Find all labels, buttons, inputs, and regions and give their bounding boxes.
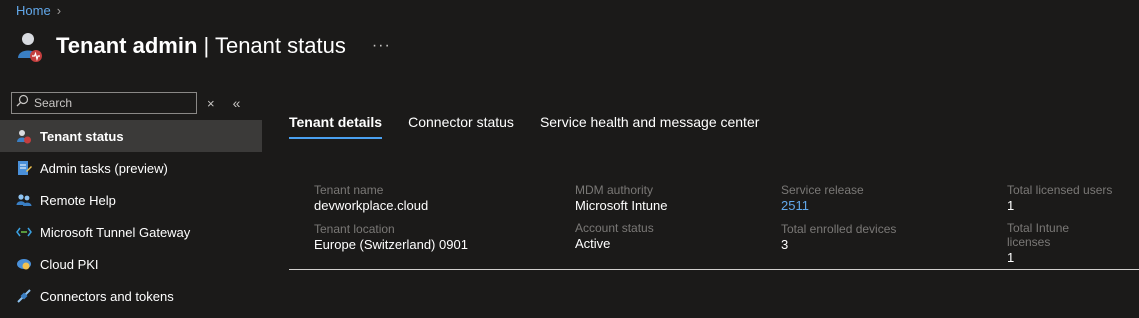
- sidebar-item-connectors[interactable]: Connectors and tokens: [0, 280, 262, 312]
- sidebar-item-tenant-status[interactable]: Tenant status: [0, 120, 262, 152]
- sidebar-item-label: Cloud PKI: [40, 256, 99, 272]
- total-enrolled-devices-label: Total enrolled devices: [781, 222, 897, 236]
- tenant-location-label: Tenant location: [314, 222, 395, 236]
- sidebar: × « Tenant status Admin tasks (preview) …: [0, 86, 262, 312]
- service-release-label: Service release: [781, 183, 864, 197]
- account-status-label: Account status: [575, 221, 654, 235]
- tunnel-gateway-icon: [16, 224, 32, 240]
- total-enrolled-devices-field: Total enrolled devices 3: [781, 222, 896, 254]
- tab-tenant-details[interactable]: Tenant details: [289, 114, 383, 139]
- tab-service-health[interactable]: Service health and message center: [540, 114, 759, 139]
- account-status-field: Account status Active: [575, 221, 654, 253]
- tenant-name-label: Tenant name: [314, 183, 384, 197]
- remote-help-icon: [16, 192, 32, 208]
- sidebar-item-label: Connectors and tokens: [40, 288, 174, 304]
- total-licensed-users-label: Total licensed users: [1007, 183, 1113, 197]
- cloud-pki-icon: [16, 256, 32, 272]
- sidebar-item-label: Microsoft Tunnel Gateway: [40, 224, 191, 240]
- admin-tasks-icon: [16, 160, 32, 176]
- page-title: Tenant admin | Tenant status: [56, 33, 346, 59]
- breadcrumb: Home ›: [16, 3, 61, 18]
- sidebar-item-label: Tenant status: [40, 128, 124, 144]
- page-header: Tenant admin | Tenant status ···: [16, 28, 391, 64]
- clear-search-button[interactable]: ×: [207, 96, 215, 111]
- total-enrolled-devices-value: 3: [781, 237, 789, 252]
- total-licensed-users-field: Total licensed users 1: [1007, 183, 1112, 215]
- connectors-icon: [16, 288, 32, 304]
- more-options-button[interactable]: ···: [372, 37, 391, 55]
- page-title-separator: |: [203, 33, 210, 58]
- search-input[interactable]: [29, 95, 196, 111]
- tenant-location-value: Europe (Switzerland) 0901: [314, 237, 468, 252]
- tenant-location-field: Tenant location Europe (Switzerland) 090…: [314, 222, 468, 254]
- breadcrumb-home-link[interactable]: Home: [16, 3, 51, 18]
- details-divider: [289, 269, 1139, 270]
- total-intune-licenses-value: 1: [1007, 250, 1015, 265]
- tenant-name-field: Tenant name devworkplace.cloud: [314, 183, 428, 215]
- sidebar-item-label: Remote Help: [40, 192, 116, 208]
- tenant-admin-icon: [16, 28, 46, 64]
- tab-connector-status[interactable]: Connector status: [408, 114, 514, 139]
- page-title-main: Tenant admin: [56, 33, 198, 58]
- service-release-field: Service release 2511: [781, 183, 864, 215]
- tenant-status-icon: [16, 128, 32, 144]
- total-intune-licenses-label: Total Intune licenses: [1007, 221, 1070, 249]
- sidebar-item-admin-tasks[interactable]: Admin tasks (preview): [0, 152, 262, 184]
- tenant-name-value: devworkplace.cloud: [314, 198, 429, 213]
- search-box[interactable]: [11, 92, 197, 114]
- mdm-authority-label: MDM authority: [575, 183, 654, 197]
- search-icon: [16, 94, 29, 112]
- account-status-value: Active: [575, 236, 611, 251]
- total-intune-licenses-field: Total Intune licenses 1: [1007, 221, 1114, 267]
- sidebar-item-tunnel-gateway[interactable]: Microsoft Tunnel Gateway: [0, 216, 262, 248]
- page-title-sub: Tenant status: [214, 33, 346, 58]
- tab-bar: Tenant details Connector status Service …: [289, 114, 785, 139]
- sidebar-search-row: × «: [0, 86, 262, 120]
- mdm-authority-field: MDM authority Microsoft Intune: [575, 183, 668, 215]
- sidebar-item-cloud-pki[interactable]: Cloud PKI: [0, 248, 262, 280]
- collapse-sidebar-button[interactable]: «: [233, 95, 241, 111]
- total-licensed-users-value: 1: [1007, 198, 1015, 213]
- service-release-link[interactable]: 2511: [781, 197, 864, 215]
- chevron-right-icon: ›: [56, 3, 62, 18]
- mdm-authority-value: Microsoft Intune: [575, 198, 668, 213]
- sidebar-item-label: Admin tasks (preview): [40, 160, 168, 176]
- sidebar-item-remote-help[interactable]: Remote Help: [0, 184, 262, 216]
